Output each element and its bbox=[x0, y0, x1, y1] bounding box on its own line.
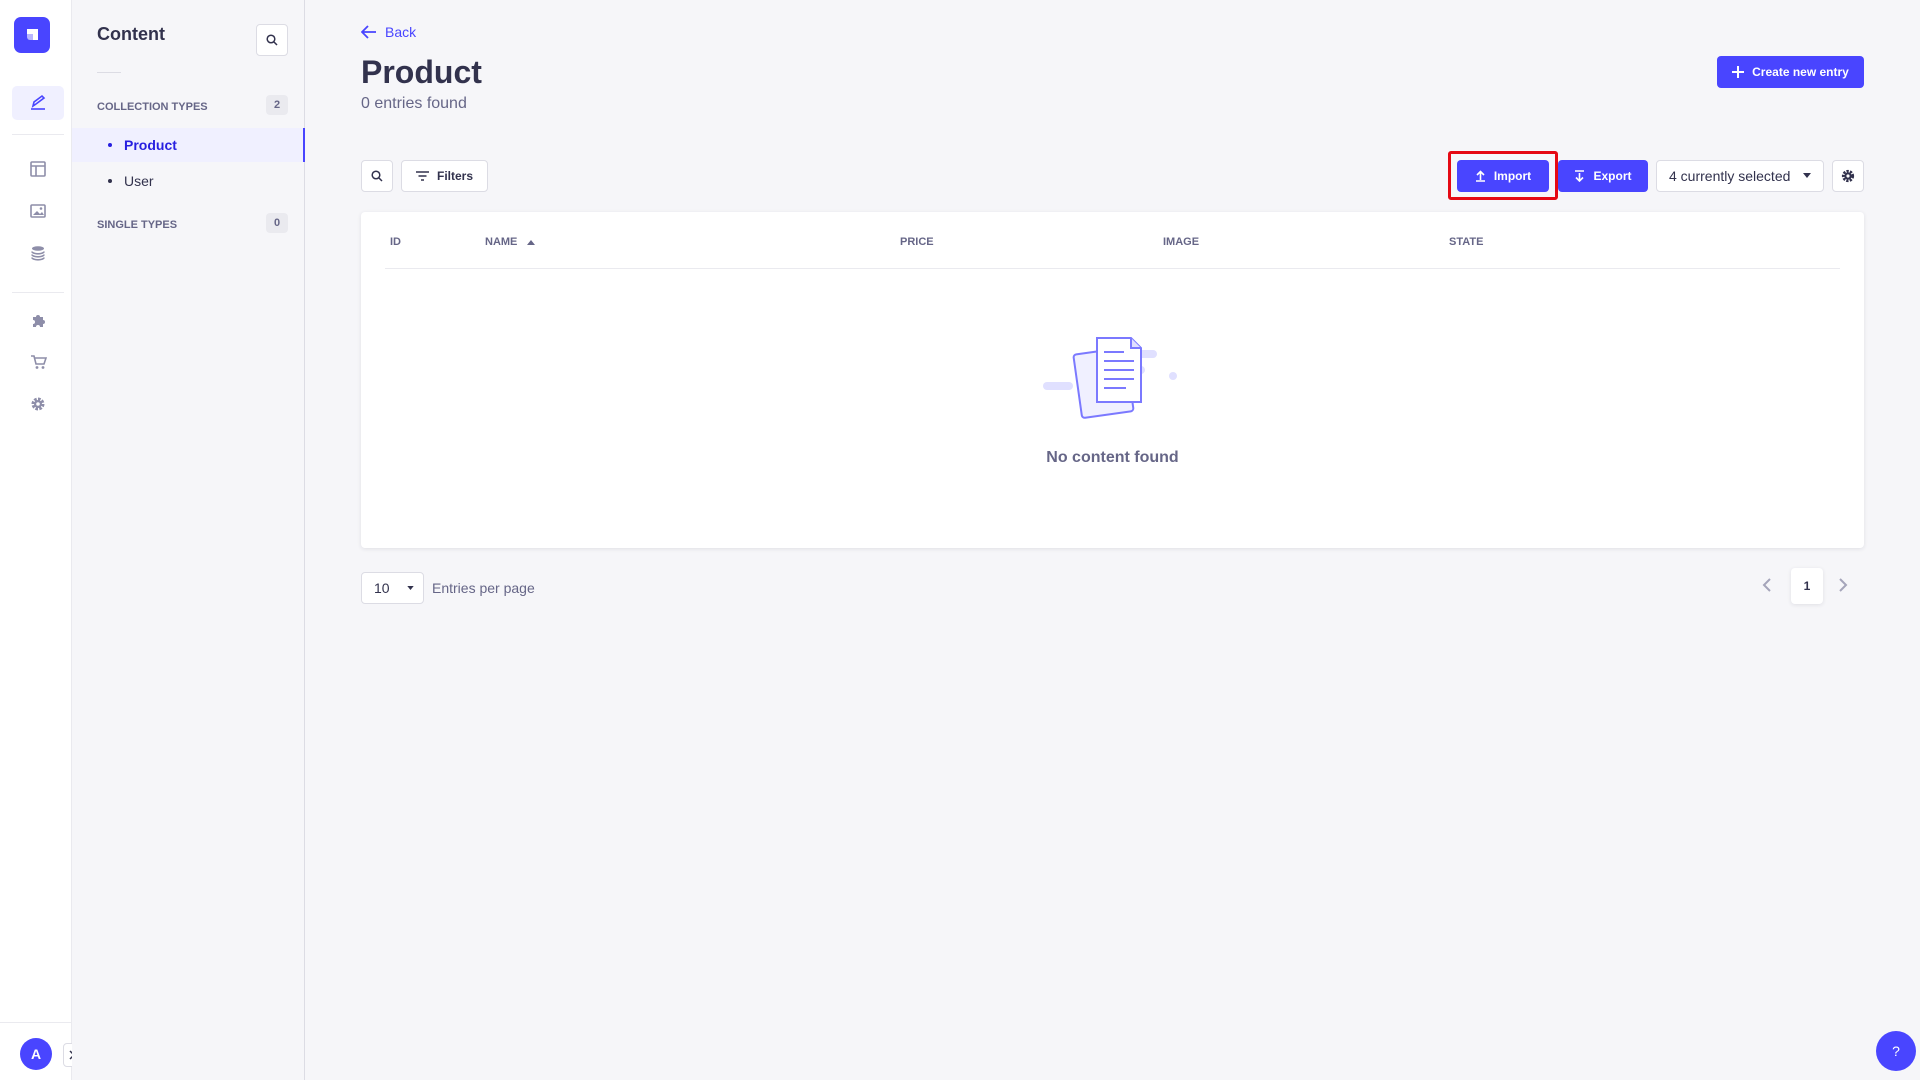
user-avatar[interactable]: A bbox=[20, 1038, 52, 1070]
strapi-logo-icon[interactable] bbox=[14, 17, 50, 53]
columns-select-value: 4 currently selected bbox=[1669, 168, 1791, 184]
column-header-name[interactable]: NAME bbox=[485, 236, 536, 248]
rail-divider bbox=[0, 1022, 72, 1023]
table-header-divider bbox=[385, 268, 1840, 269]
content-sidebar: Content COLLECTION TYPES 2 Product User … bbox=[72, 0, 305, 1080]
sidebar-title: Content bbox=[97, 24, 165, 44]
create-new-entry-button[interactable]: Create new entry bbox=[1717, 56, 1864, 88]
create-entry-label: Create new entry bbox=[1752, 65, 1849, 79]
download-icon bbox=[1575, 170, 1585, 182]
marketplace-icon[interactable] bbox=[12, 345, 64, 379]
plugins-icon[interactable] bbox=[12, 303, 64, 337]
filter-icon bbox=[415, 171, 429, 181]
bullet-icon bbox=[108, 143, 112, 147]
import-label: Import bbox=[1493, 169, 1532, 183]
import-button[interactable]: Import bbox=[1457, 160, 1549, 192]
column-header-price[interactable]: PRICE bbox=[900, 236, 934, 248]
column-header-image[interactable]: IMAGE bbox=[1163, 236, 1199, 248]
single-types-count: 0 bbox=[266, 213, 288, 233]
upload-icon bbox=[1475, 170, 1485, 182]
sidebar-item-user[interactable]: User bbox=[72, 164, 305, 198]
empty-documents-illustration bbox=[1043, 337, 1177, 419]
chevron-left-icon[interactable] bbox=[1762, 578, 1772, 592]
page-title: Product bbox=[361, 54, 482, 90]
sidebar-search-button[interactable] bbox=[256, 24, 288, 56]
plus-icon bbox=[1732, 66, 1745, 78]
media-library-icon[interactable] bbox=[12, 194, 64, 228]
collection-types-count: 2 bbox=[266, 95, 288, 115]
entries-count: 0 entries found bbox=[361, 95, 467, 112]
content-manager-icon[interactable] bbox=[12, 86, 64, 120]
column-header-id[interactable]: ID bbox=[390, 236, 401, 248]
per-page-value: 10 bbox=[374, 580, 390, 596]
sidebar-item-label: Product bbox=[124, 137, 177, 153]
table-settings-button[interactable] bbox=[1832, 160, 1864, 192]
search-icon bbox=[371, 170, 383, 182]
export-label: Export bbox=[1593, 169, 1632, 183]
help-button[interactable]: ? bbox=[1876, 1031, 1916, 1071]
chevron-right-icon[interactable] bbox=[1838, 578, 1848, 592]
database-icon[interactable] bbox=[12, 236, 64, 270]
rail-divider bbox=[12, 292, 64, 293]
entries-per-page-select[interactable]: 10 bbox=[361, 572, 424, 604]
entries-per-page-label: Entries per page bbox=[432, 580, 535, 596]
back-link[interactable]: Back bbox=[361, 24, 416, 40]
filters-button[interactable]: Filters bbox=[401, 160, 488, 192]
filters-label: Filters bbox=[436, 169, 473, 183]
content-type-builder-icon[interactable] bbox=[12, 152, 64, 186]
sort-ascending-icon bbox=[527, 239, 536, 245]
back-label: Back bbox=[385, 24, 417, 40]
caret-down-icon bbox=[407, 586, 414, 590]
page-button-1[interactable]: 1 bbox=[1791, 568, 1823, 604]
main-nav-rail: A bbox=[0, 0, 81, 1080]
bullet-icon bbox=[108, 179, 112, 183]
settings-icon[interactable] bbox=[12, 387, 64, 421]
column-header-name-label: NAME bbox=[485, 236, 518, 248]
sidebar-item-product[interactable]: Product bbox=[72, 128, 305, 162]
caret-down-icon bbox=[1803, 173, 1811, 178]
columns-select[interactable]: 4 currently selected bbox=[1656, 160, 1824, 192]
empty-state-message: No content found bbox=[1046, 449, 1179, 466]
rail-divider bbox=[12, 134, 64, 135]
arrow-left-icon bbox=[361, 25, 376, 39]
sidebar-item-label: User bbox=[124, 173, 154, 189]
collection-types-label[interactable]: COLLECTION TYPES bbox=[97, 101, 208, 113]
title-divider bbox=[97, 72, 121, 73]
column-header-state[interactable]: STATE bbox=[1449, 236, 1483, 248]
search-button[interactable] bbox=[361, 160, 393, 192]
search-icon bbox=[266, 34, 278, 46]
export-button[interactable]: Export bbox=[1558, 160, 1648, 192]
gear-icon bbox=[1841, 169, 1855, 183]
single-types-label[interactable]: SINGLE TYPES bbox=[97, 219, 177, 231]
